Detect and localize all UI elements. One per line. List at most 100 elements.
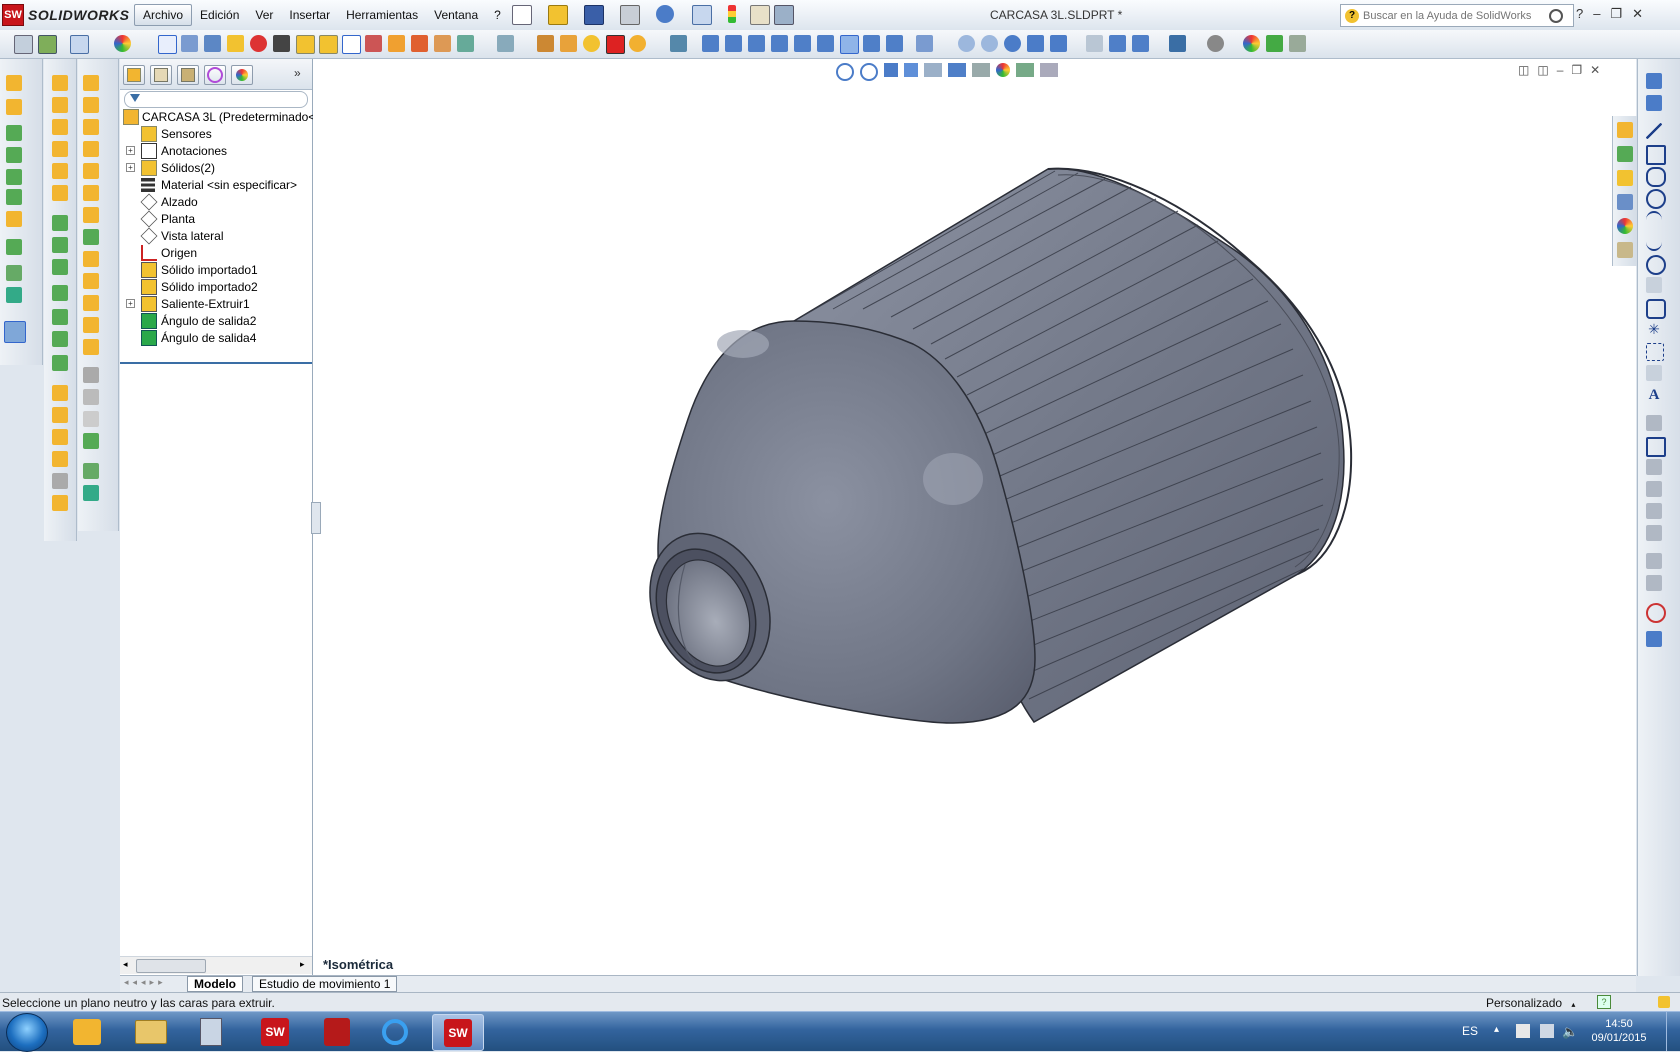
view-bottom-icon[interactable]	[817, 35, 834, 52]
section-properties-icon[interactable]	[227, 35, 244, 52]
plane-sketch-icon[interactable]	[1646, 365, 1662, 381]
show-desktop-button[interactable]	[1666, 1012, 1680, 1051]
menu-archivo[interactable]: Archivo	[134, 4, 193, 26]
thickness-icon[interactable]	[365, 35, 382, 52]
chamfer-icon[interactable]	[52, 185, 68, 201]
show-hidden-icons-icon[interactable]: ▴	[1494, 1024, 1499, 1035]
view-left-icon[interactable]	[748, 35, 765, 52]
expand-icon[interactable]: +	[126, 299, 135, 308]
surface-sweep-icon[interactable]	[83, 119, 99, 135]
import-diagnostics-icon[interactable]	[296, 35, 315, 54]
restore-icon[interactable]: ❐	[1610, 6, 1622, 22]
search-icon[interactable]	[1549, 8, 1563, 23]
rebuild-icon[interactable]	[728, 5, 736, 23]
tab-configuration-manager[interactable]	[177, 65, 199, 85]
tree-item[interactable]: Material <sin especificar>	[120, 176, 312, 193]
line-icon[interactable]	[1646, 123, 1662, 139]
split-horizontal-icon[interactable]: ◫	[1518, 63, 1529, 77]
move-face-icon[interactable]	[52, 331, 68, 347]
tree-filter-input[interactable]	[124, 91, 308, 108]
arc-icon[interactable]	[1646, 211, 1662, 229]
draft-analysis-icon[interactable]	[388, 35, 405, 52]
delete-face-icon[interactable]	[83, 367, 99, 383]
taskbar-solidworks-2[interactable]: SW	[432, 1014, 484, 1051]
rebuild-status-icon[interactable]	[1658, 996, 1670, 1008]
taskbar-calculator[interactable]	[186, 1014, 236, 1049]
view-settings-icon[interactable]	[1289, 35, 1306, 52]
extend-surface-icon[interactable]	[83, 273, 99, 289]
planar-surface-icon[interactable]	[83, 185, 99, 201]
taskbar-explorer[interactable]	[126, 1014, 176, 1049]
boundary-surface-icon[interactable]	[83, 163, 99, 179]
view-top-icon[interactable]	[794, 35, 811, 52]
design-library-icon[interactable]	[1617, 146, 1633, 162]
move-entities-icon[interactable]	[1646, 525, 1662, 541]
solidworks-resources-icon[interactable]	[1617, 122, 1633, 138]
convert-entities-icon[interactable]	[1646, 437, 1666, 457]
view-back-icon[interactable]	[725, 35, 742, 52]
new-document-icon[interactable]	[512, 5, 532, 25]
save-icon[interactable]	[584, 5, 604, 25]
appearance-icon[interactable]	[114, 35, 131, 52]
scene-icon[interactable]	[1243, 35, 1260, 52]
viewport-restore-icon[interactable]: ❐	[1571, 63, 1582, 77]
parting-line-icon[interactable]	[434, 35, 451, 52]
hole-wizard-icon[interactable]	[6, 211, 22, 227]
rib-icon[interactable]	[52, 215, 68, 231]
tree-item[interactable]: + Sólidos(2)	[120, 159, 312, 176]
system-clock[interactable]: 14:50 09/01/2015	[1586, 1017, 1652, 1045]
ruled-surface-icon[interactable]	[83, 229, 99, 245]
quick-snaps-icon[interactable]	[1646, 603, 1666, 623]
point-icon[interactable]: ✳	[1646, 321, 1662, 337]
measure-icon[interactable]	[181, 35, 198, 52]
sketch-icon[interactable]	[1646, 73, 1662, 89]
keyboard-language[interactable]: ES	[1462, 1024, 1478, 1038]
file-properties-icon[interactable]	[750, 5, 770, 25]
open-icon[interactable]	[548, 5, 568, 25]
split-icon[interactable]	[52, 355, 68, 371]
view-dimetric-icon[interactable]	[886, 35, 903, 52]
panel-collapse-handle[interactable]	[311, 502, 321, 534]
action-center-icon[interactable]	[1516, 1024, 1530, 1038]
ellipse-icon[interactable]	[1646, 255, 1666, 275]
roll-view-icon[interactable]	[1050, 35, 1067, 52]
custom-properties-icon[interactable]	[1617, 242, 1633, 258]
rapid-sketch-icon[interactable]	[1646, 631, 1662, 647]
menu-help[interactable]: ?	[486, 5, 509, 25]
swept-boss-icon[interactable]	[6, 125, 22, 141]
smart-dimension-icon[interactable]	[1646, 95, 1662, 111]
display-style-icon[interactable]	[1132, 35, 1149, 52]
delete-hole-icon[interactable]	[83, 411, 99, 427]
rollback-bar[interactable]	[120, 362, 312, 364]
shell-icon[interactable]	[6, 189, 22, 205]
tree-item[interactable]: Origen	[120, 244, 312, 261]
revolved-boss-icon[interactable]	[6, 99, 22, 115]
knit-surface-icon[interactable]	[83, 339, 99, 355]
extruded-cut-icon[interactable]	[52, 75, 68, 91]
select-arrow-icon[interactable]	[692, 5, 712, 25]
undercut-icon[interactable]	[411, 35, 428, 52]
minimize-icon[interactable]: –	[1593, 6, 1600, 22]
tree-item[interactable]: + Anotaciones	[120, 142, 312, 159]
scene-hud-icon[interactable]	[1016, 63, 1034, 77]
tree-item[interactable]: Alzado	[120, 193, 312, 210]
replace-face-icon[interactable]	[83, 389, 99, 405]
feature-manager-icon[interactable]	[14, 35, 33, 54]
options-icon[interactable]	[774, 5, 794, 25]
rendering-icon[interactable]	[629, 35, 646, 52]
zoom-to-area-icon[interactable]	[981, 35, 998, 52]
appearances-scenes-icon[interactable]	[1617, 218, 1633, 234]
sensor-icon[interactable]	[537, 35, 554, 52]
tree-item[interactable]: Sólido importado1	[120, 261, 312, 278]
curvature-icon[interactable]	[457, 35, 474, 52]
mass-properties-icon[interactable]	[204, 35, 221, 52]
carcasa-3l-model[interactable]	[629, 167, 1353, 724]
instant3d-icon[interactable]	[4, 321, 26, 343]
zoom-to-fit-hud-icon[interactable]	[836, 63, 854, 81]
help-status-icon[interactable]: ?	[1597, 995, 1611, 1009]
scroll-thumb[interactable]	[136, 959, 206, 973]
wrap-icon[interactable]	[52, 285, 68, 301]
tree-horizontal-scrollbar[interactable]: ◂ ▸	[120, 956, 312, 974]
view-isometric-icon[interactable]	[840, 35, 859, 54]
edit-appearance-icon[interactable]	[1207, 35, 1224, 52]
